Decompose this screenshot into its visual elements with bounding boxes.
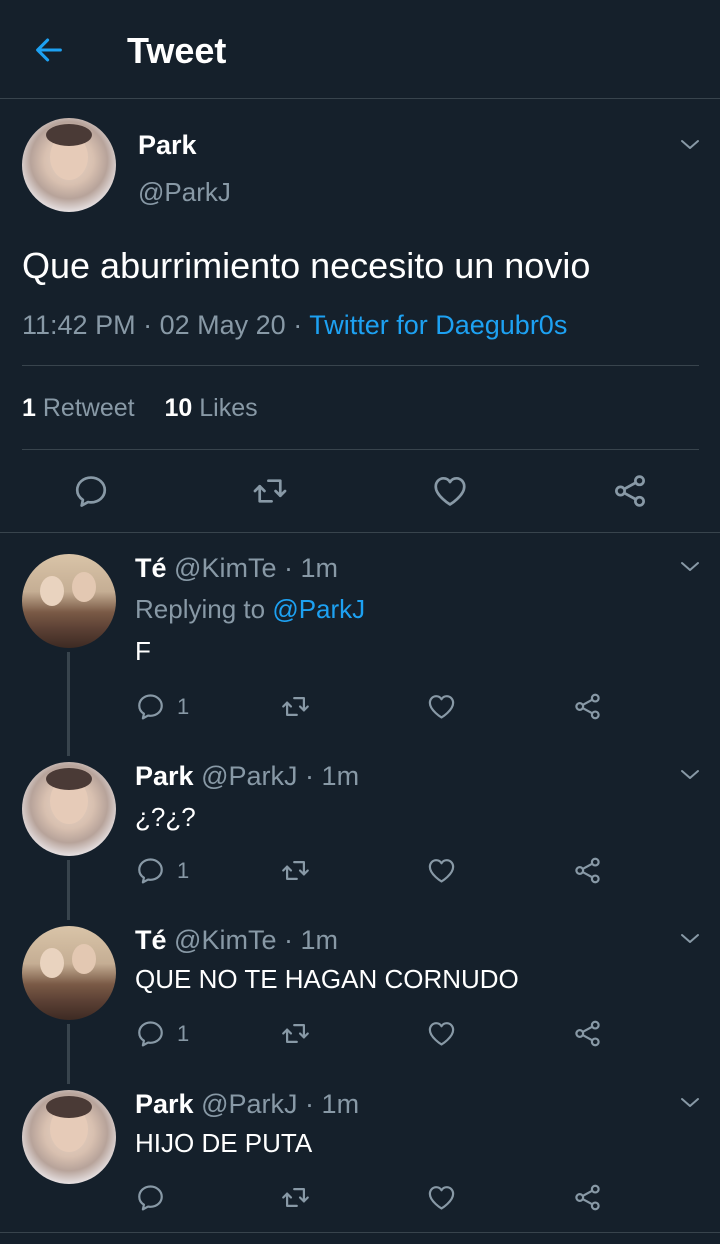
meta-separator: · (305, 1089, 315, 1119)
reply-header: Park @ParkJ · 1m (135, 759, 359, 793)
divider (0, 532, 720, 533)
reply-author-name[interactable]: Park (135, 1089, 194, 1119)
share-icon[interactable] (572, 691, 603, 722)
retweet-icon[interactable] (280, 1182, 311, 1213)
reply-time: 1m (300, 925, 339, 955)
likes-count: 10 (164, 394, 193, 422)
avatar[interactable] (22, 1090, 116, 1184)
like-icon[interactable] (426, 1018, 457, 1049)
reply-author-name[interactable]: Park (135, 761, 194, 791)
reply-author-handle[interactable]: @ParkJ (201, 1089, 297, 1119)
retweets-count: 1 (22, 394, 36, 422)
thread-line (67, 1024, 70, 1084)
share-icon[interactable] (572, 1018, 603, 1049)
thread-line (67, 860, 70, 920)
reply-time: 1m (321, 761, 360, 791)
reply-header: Té @KimTe · 1m (135, 923, 338, 957)
avatar[interactable] (22, 118, 116, 212)
retweets-label: Retweet (42, 394, 135, 422)
share-icon[interactable] (611, 472, 649, 510)
retweet-icon[interactable] (251, 472, 289, 510)
reply-author-name[interactable]: Té (135, 925, 167, 955)
tweet-source-link[interactable]: Twitter for Daegubr0s (309, 310, 567, 340)
reply-count: 1 (177, 1021, 190, 1046)
reply-text: ¿?¿? (135, 802, 196, 832)
retweet-icon[interactable] (280, 855, 311, 886)
like-icon[interactable] (431, 472, 469, 510)
divider (0, 1232, 720, 1233)
tweet-stats: 1 Retweet 10 Likes (22, 391, 258, 425)
chevron-down-icon[interactable] (676, 133, 704, 157)
chevron-down-icon[interactable] (676, 763, 704, 787)
page-title: Tweet (127, 30, 227, 71)
reply-time: 1m (300, 553, 339, 583)
like-icon[interactable] (426, 691, 457, 722)
thread-line (67, 652, 70, 756)
avatar[interactable] (22, 554, 116, 648)
retweet-icon[interactable] (280, 691, 311, 722)
retweets-stat[interactable]: 1 Retweet (22, 394, 135, 422)
meta-separator: · (143, 310, 153, 340)
reply-icon[interactable] (72, 472, 110, 510)
retweet-icon[interactable] (280, 1018, 311, 1049)
tweet-text: Que aburrimiento necesito un novio (22, 245, 591, 286)
chevron-down-icon[interactable] (676, 927, 704, 951)
divider (22, 365, 699, 366)
author-handle[interactable]: @ParkJ (138, 177, 231, 208)
likes-label: Likes (199, 394, 258, 422)
like-icon[interactable] (426, 855, 457, 886)
tweet-date: 02 May 20 (159, 310, 286, 340)
chevron-down-icon[interactable] (676, 555, 704, 579)
avatar[interactable] (22, 762, 116, 856)
chevron-down-icon[interactable] (676, 1091, 704, 1115)
reply-count: 1 (177, 858, 190, 883)
reply-text: HIJO DE PUTA (135, 1128, 313, 1158)
reply-author-handle[interactable]: @KimTe (174, 925, 276, 955)
divider (22, 449, 699, 450)
reply-time: 1m (321, 1089, 360, 1119)
reply-author-handle[interactable]: @KimTe (174, 553, 276, 583)
author-name[interactable]: Park (138, 130, 197, 161)
tweet-time: 11:42 PM (22, 310, 136, 340)
arrow-left-icon (36, 38, 62, 62)
reply-header: Park @ParkJ · 1m (135, 1087, 359, 1121)
reply-author-name[interactable]: Té (135, 553, 167, 583)
reply-icon[interactable] (135, 1182, 166, 1213)
reply-header: Té @KimTe · 1m (135, 551, 338, 585)
replying-to-label: Replying to (135, 594, 266, 624)
like-icon[interactable] (426, 1182, 457, 1213)
reply-count: 1 (177, 694, 190, 719)
meta-separator: · (283, 925, 293, 955)
meta-separator: · (305, 761, 315, 791)
share-icon[interactable] (572, 855, 603, 886)
header-divider (0, 98, 720, 99)
meta-separator: · (293, 310, 303, 340)
avatar[interactable] (22, 926, 116, 1020)
replying-to-handle[interactable]: @ParkJ (272, 594, 365, 624)
reply-text: QUE NO TE HAGAN CORNUDO (135, 964, 519, 994)
reply-author-handle[interactable]: @ParkJ (201, 761, 297, 791)
back-button[interactable] (26, 30, 72, 70)
tweet-meta: 11:42 PM · 02 May 20 · Twitter for Daegu… (22, 307, 567, 343)
reply-icon[interactable] (135, 1018, 166, 1049)
reply-icon[interactable] (135, 691, 166, 722)
reply-icon[interactable] (135, 855, 166, 886)
likes-stat[interactable]: 10 Likes (164, 394, 257, 422)
replying-to: Replying to @ParkJ (135, 592, 365, 626)
share-icon[interactable] (572, 1182, 603, 1213)
reply-text: F (135, 636, 151, 666)
meta-separator: · (283, 553, 293, 583)
